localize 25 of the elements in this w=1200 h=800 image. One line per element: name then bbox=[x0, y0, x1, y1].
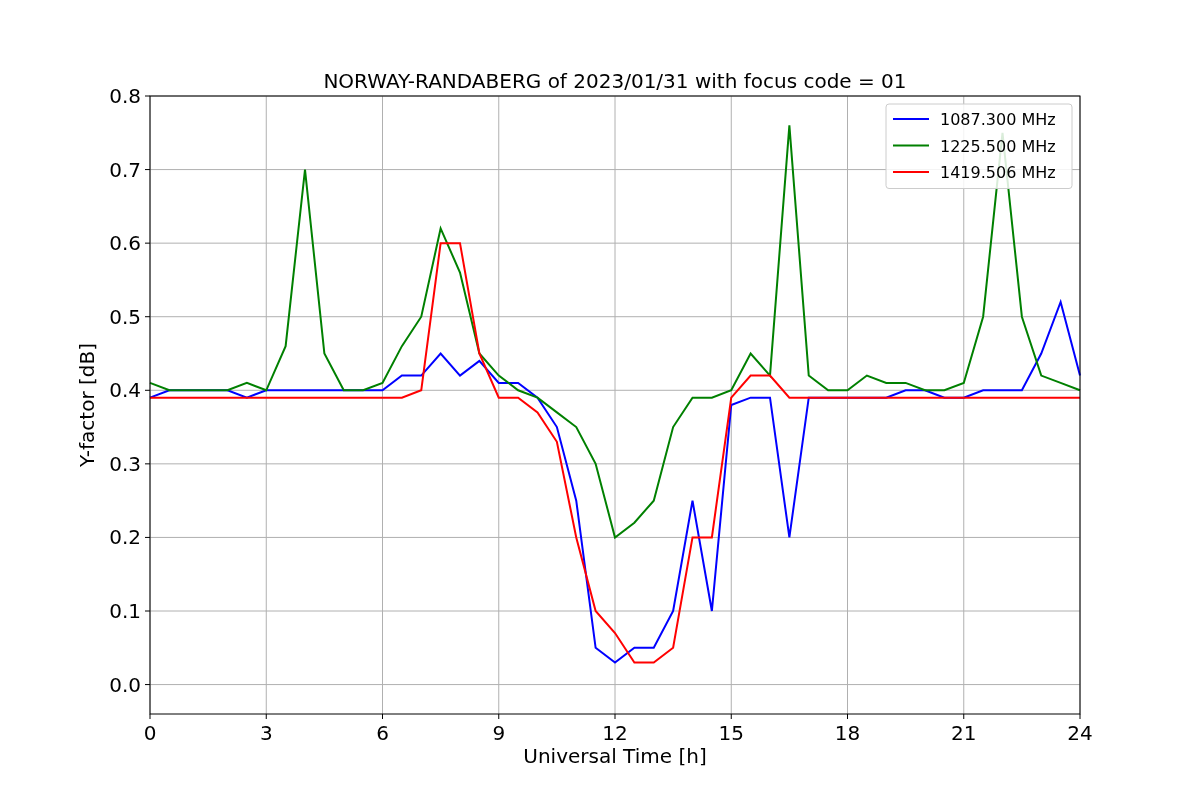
legend-label: 1087.300 MHz bbox=[940, 110, 1056, 129]
y-tick-label: 0.3 bbox=[109, 451, 141, 476]
x-tick-label: 21 bbox=[951, 721, 977, 745]
y-tick-label: 0.8 bbox=[109, 84, 141, 108]
x-tick-label: 24 bbox=[1067, 721, 1093, 745]
x-tick-label: 9 bbox=[492, 721, 506, 745]
legend-label: 1419.506 MHz bbox=[940, 163, 1056, 182]
legend-label: 1225.500 MHz bbox=[940, 136, 1056, 156]
x-tick-label: 15 bbox=[718, 721, 744, 745]
y-tick-label: 0.5 bbox=[109, 304, 141, 329]
x-tick-label: 18 bbox=[834, 721, 861, 745]
legend-swatch bbox=[892, 144, 930, 147]
y-tick-label: 0.0 bbox=[109, 672, 141, 697]
chart-title: NORWAY-RANDABERG of 2023/01/31 with focus code = 01 bbox=[323, 69, 907, 93]
y-tick-label: 0.7 bbox=[109, 157, 141, 182]
y-tick-label: 0.6 bbox=[109, 231, 141, 256]
x-tick-label: 3 bbox=[259, 721, 273, 745]
y-axis-label: Y-factor [dB] bbox=[75, 343, 99, 467]
x-axis-label: Universal Time [h] bbox=[523, 744, 707, 768]
x-tick-label: 6 bbox=[376, 721, 389, 745]
y-tick-label: 0.2 bbox=[109, 525, 141, 550]
x-tick-label: 0 bbox=[143, 721, 157, 745]
x-tick-label: 12 bbox=[602, 721, 628, 745]
y-tick-label: 0.4 bbox=[109, 378, 141, 403]
y-tick-label: 0.1 bbox=[109, 599, 141, 623]
